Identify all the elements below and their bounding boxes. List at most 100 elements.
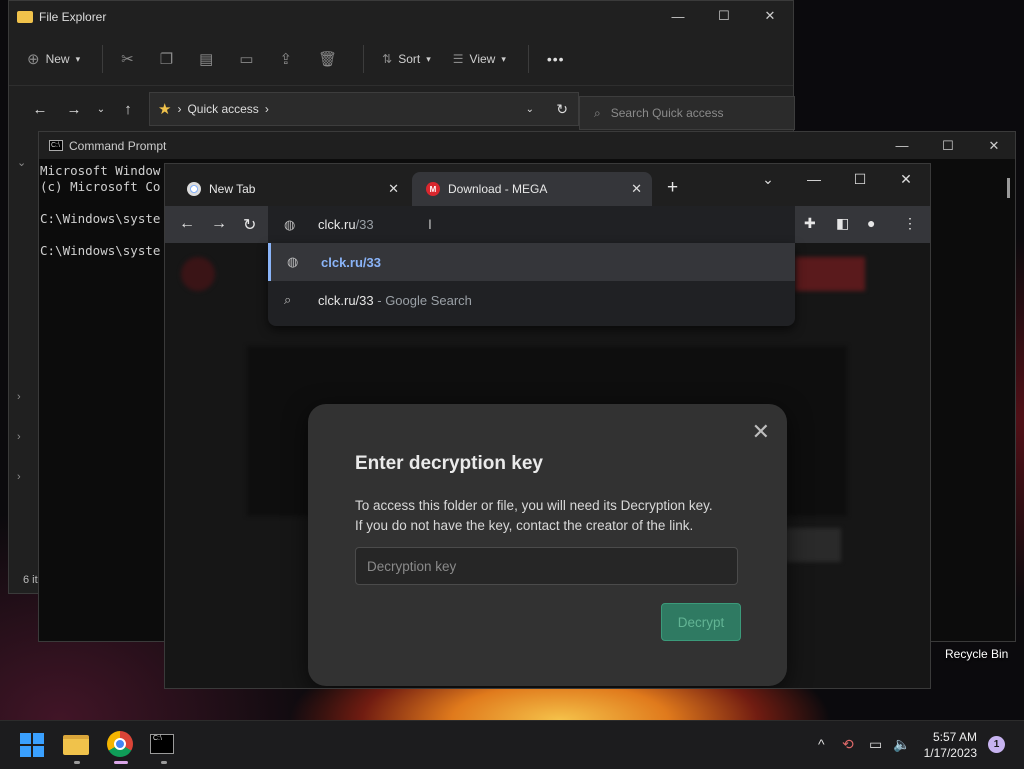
chevron-right-icon: › [264,102,269,116]
view-label: View [469,52,496,66]
file-explorer-taskbar-button[interactable] [63,731,91,764]
suggestion-suffix: - Google Search [373,292,472,308]
cut-icon[interactable]: ✂ [121,50,134,68]
star-icon: ★ [158,101,172,118]
scrollbar-thumb[interactable] [1007,178,1010,198]
toolbar-divider [102,45,104,73]
sync-error-icon[interactable]: ⟲ [842,736,854,753]
forward-arrow-icon[interactable]: → [57,101,91,118]
chevron-down-icon: ▾ [426,53,431,64]
decrypt-button[interactable]: Decrypt [661,603,741,641]
address-dropdown-icon[interactable]: ⌄ [526,104,534,115]
suggestion-text: clck.ru/33 [318,292,374,308]
back-arrow-icon[interactable]: ← [23,101,57,118]
maximize-button[interactable]: ☐ [701,1,747,31]
search-input[interactable]: ⌕ Search Quick access [579,96,795,130]
terminal-icon: C:\ [150,734,174,754]
tab-label: New Tab [209,182,256,196]
tab-download-mega[interactable]: M Download - MEGA ✕ [412,172,652,206]
minimize-button[interactable]: — [655,1,701,31]
new-label: New [45,52,70,66]
forward-arrow-icon[interactable]: → [211,215,227,233]
notification-badge[interactable]: 1 [988,736,1005,753]
taskbar: C:\ ^ ⟲ ▭ 🔈 5:57 AM 1/17/2023 1 [0,720,1024,769]
mega-icon: M [426,182,440,196]
chrome-icon [187,182,201,196]
reload-icon[interactable]: ↻ [243,215,256,235]
nav-pane-chevron-icon[interactable]: › [17,391,21,403]
nav-pane-chevron-icon[interactable]: ⌄ [17,156,26,169]
view-button[interactable]: ☰ View ▾ [453,52,506,66]
refresh-icon[interactable]: ↻ [556,101,568,118]
command-prompt-titlebar: C:\ Command Prompt [39,132,1015,159]
decryption-key-dialog: ✕ Enter decryption key To access this fo… [308,404,787,686]
recycle-bin-label[interactable]: Recycle Bin [945,647,1008,661]
close-button[interactable]: ✕ [883,164,929,194]
globe-icon: ◍ [284,216,296,232]
chrome-icon [107,731,133,757]
search-placeholder: Search Quick access [610,106,724,120]
tab-new-tab[interactable]: New Tab ✕ [171,172,409,206]
page-header-placeholder [181,257,215,291]
item-count: 6 it [23,574,38,586]
sort-label: Sort [398,52,421,66]
dialog-description-line: To access this folder or file, you will … [355,498,713,513]
show-hidden-icons-chevron[interactable]: ^ [818,736,825,752]
omnibox-input[interactable]: clck.ru/33 [318,217,374,232]
command-prompt-taskbar-button[interactable]: C:\ [150,731,178,764]
omnibox-suggestions: ◍ clck.ru/33 ⌕ clck.ru/33 - Google Searc… [268,243,795,326]
sort-icon: ⇅ [382,52,393,66]
copy-icon[interactable]: ❐ [160,50,173,68]
running-indicator [74,761,80,764]
profile-icon[interactable]: ● [867,215,875,231]
close-button[interactable]: ✕ [971,132,1017,159]
new-button[interactable]: ⊕ New ▾ [27,50,80,68]
search-icon: ⌕ [284,292,292,307]
search-icon: ⌕ [594,105,601,120]
extensions-icon[interactable]: ✚ [804,215,816,232]
clock[interactable]: 5:57 AM 1/17/2023 [924,729,977,761]
volume-icon[interactable]: 🔈 [893,736,910,753]
minimize-button[interactable]: — [791,164,837,194]
start-button[interactable] [20,731,48,759]
network-icon[interactable]: ▭ [869,736,882,753]
clock-date: 1/17/2023 [923,746,977,760]
plus-circle-icon: ⊕ [27,51,40,68]
close-tab-icon[interactable]: ✕ [631,181,642,197]
dialog-description-line: If you do not have the key, contact the … [355,518,694,533]
decryption-key-input[interactable] [355,547,738,585]
browser-toolbar: ← → ↻ ◍ clck.ru/33 I ✚ ◧ ● ⋮ [165,206,930,243]
minimize-button[interactable]: — [879,132,925,159]
nav-pane-chevron-icon[interactable]: › [17,431,21,443]
more-options-button[interactable]: ••• [547,51,565,67]
share-icon[interactable]: ⇪ [280,50,293,68]
recent-locations-chevron-icon[interactable]: ⌄ [91,104,111,115]
file-explorer-title: File Explorer [39,10,107,24]
up-arrow-icon[interactable]: ↑ [111,101,145,118]
rename-icon[interactable]: ▭ [239,50,253,68]
sort-button[interactable]: ⇅ Sort ▾ [382,52,431,66]
omnibox[interactable]: ◍ clck.ru/33 I [268,206,795,243]
suggestion-search[interactable]: ⌕ clck.ru/33 - Google Search [268,281,795,319]
maximize-button[interactable]: ☐ [837,164,883,194]
back-arrow-icon[interactable]: ← [179,215,195,233]
close-icon[interactable]: ✕ [752,421,770,443]
view-icon: ☰ [452,52,464,66]
menu-kebab-icon[interactable]: ⋮ [903,215,917,232]
nav-pane-chevron-icon[interactable]: › [17,471,21,483]
close-tab-icon[interactable]: ✕ [388,181,399,197]
text-cursor-icon: I [428,216,432,232]
tab-search-button[interactable]: ⌄ [745,164,791,194]
chrome-taskbar-button[interactable] [107,731,135,764]
maximize-button[interactable]: ☐ [925,132,971,159]
side-panel-icon[interactable]: ◧ [836,215,849,232]
address-location: Quick access [187,102,259,116]
chevron-down-icon: ▾ [75,53,81,64]
new-tab-button[interactable]: + [667,178,678,197]
close-button[interactable]: ✕ [747,1,793,31]
suggestion-url[interactable]: ◍ clck.ru/33 [268,243,795,281]
delete-icon[interactable]: 🗑 [318,50,337,68]
suggestion-text: clck.ru/33 [321,254,381,270]
paste-icon[interactable]: ▤ [199,50,213,68]
address-bar[interactable]: ★ › Quick access › ⌄ ↻ [149,92,579,126]
